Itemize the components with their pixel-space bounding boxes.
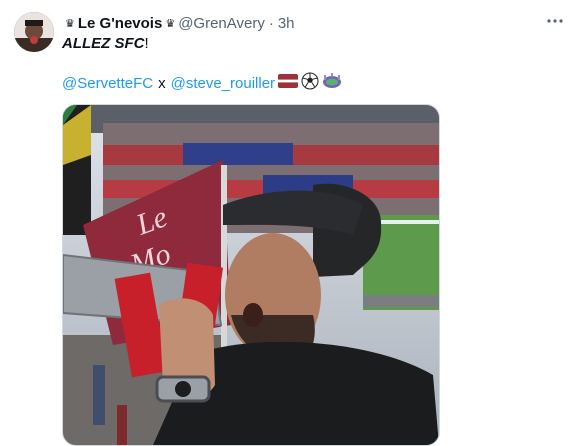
mentions-line: @ServetteFC x @steve_rouiller (62, 72, 342, 94)
avatar-image (14, 12, 54, 52)
soccer-ball-icon (301, 72, 319, 94)
tweet-text: ALLEZ SFC! (62, 35, 149, 52)
mention-steve-rouiller[interactable]: @steve_rouiller (171, 75, 275, 92)
stadium-icon (322, 72, 342, 94)
mention-servette[interactable]: @ServetteFC (62, 75, 153, 92)
more-options-icon[interactable] (544, 10, 566, 32)
author-avatar[interactable] (14, 12, 54, 52)
stadium-photo: Le Mo (63, 105, 439, 445)
mention-connector: x (158, 74, 166, 92)
tweet-text-suffix: ! (144, 35, 149, 52)
tweet-timestamp[interactable]: 3h (278, 15, 295, 32)
author-handle[interactable]: @GrenAvery (178, 15, 265, 32)
crown-right-icon: ♛ (165, 17, 176, 30)
latvia-flag-icon (278, 74, 299, 92)
separator-dot: · (268, 14, 274, 32)
tweet-header: ♛ Le G'nevois ♛ @GrenAvery · 3h (62, 12, 295, 34)
crown-left-icon: ♛ (65, 17, 75, 30)
author-name[interactable]: Le G'nevois (78, 15, 162, 32)
tweet-text-main: ALLEZ SFC (62, 35, 145, 52)
tweet-photo[interactable]: Le Mo (62, 104, 440, 446)
